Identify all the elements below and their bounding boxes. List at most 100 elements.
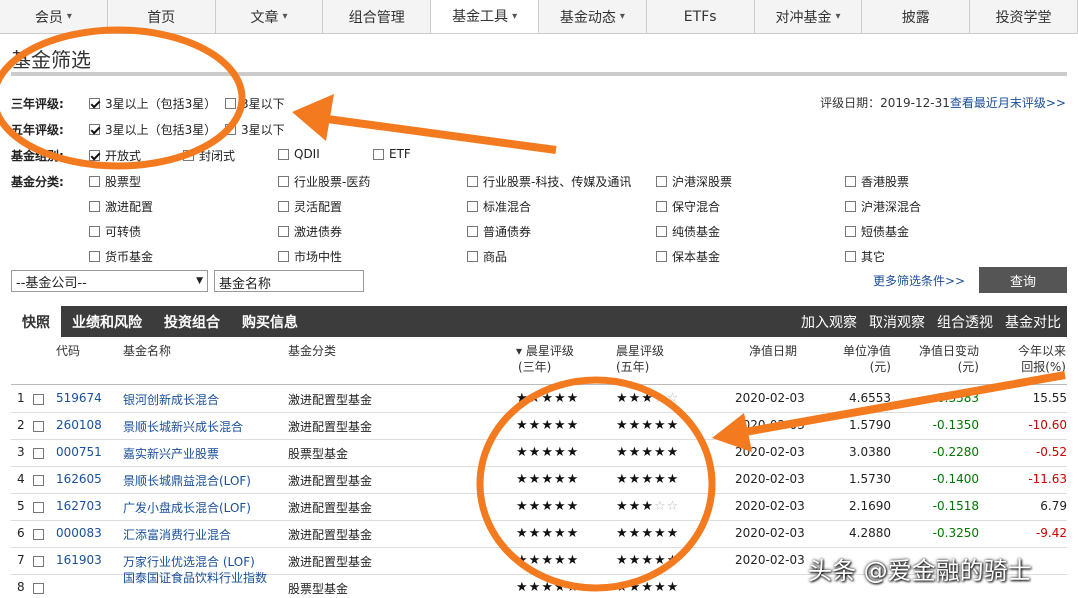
row-checkbox[interactable]	[33, 475, 44, 486]
nav-item-3[interactable]: 组合管理	[323, 0, 432, 33]
nav-item-label: 披露	[901, 9, 930, 26]
fund-group-checkbox[interactable]: ETF	[373, 147, 411, 161]
fund-code-link[interactable]: 162605	[56, 472, 102, 486]
fund-group-checkbox[interactable]: 开放式	[89, 147, 141, 164]
fund-category-checkbox[interactable]: 可转债	[89, 223, 141, 240]
fund-category-checkbox[interactable]: 灵活配置	[278, 198, 342, 215]
star-filled-icon: ★	[528, 472, 542, 487]
fund-category-checkbox[interactable]: 行业股票-科技、传媒及通讯	[467, 173, 631, 190]
fund-code-link[interactable]: 161903	[56, 553, 102, 567]
five-year-above-3-checkbox[interactable]: 3星以上（包括3星）	[89, 121, 216, 138]
nav-value: 1.5790	[849, 418, 891, 432]
nav-item-2[interactable]: 文章 ▾	[216, 0, 324, 33]
fund-category-checkbox[interactable]: 保本基金	[656, 248, 720, 265]
tab-1[interactable]: 业绩和风险	[61, 306, 153, 337]
fund-category-checkbox[interactable]: 行业股票-医药	[278, 173, 370, 190]
fund-group-checkbox[interactable]: 封闭式	[183, 147, 235, 164]
fund-category-checkbox[interactable]: 标准混合	[467, 198, 531, 215]
fund-code-link[interactable]: 519674	[56, 391, 102, 405]
fund-category-checkbox[interactable]: 商品	[467, 248, 507, 265]
nav-item-5[interactable]: 基金动态 ▾	[539, 0, 647, 33]
fund-category-checkbox[interactable]: 市场中性	[278, 248, 342, 265]
fund-category-checkbox[interactable]: 沪港深混合	[845, 198, 921, 215]
fund-category-checkbox[interactable]: 沪港深股票	[656, 173, 732, 190]
col-rating-3y[interactable]: ▾ 晨星评级 (三年)	[516, 343, 574, 375]
row-checkbox[interactable]	[33, 556, 44, 567]
nav-item-7[interactable]: 对冲基金 ▾	[755, 0, 863, 33]
fund-category-checkbox[interactable]: 货币基金	[89, 248, 153, 265]
fund-category-checkbox[interactable]: 纯债基金	[656, 223, 720, 240]
fund-name-link[interactable]: 景顺长城新兴成长混合	[123, 418, 243, 435]
fund-category-checkbox[interactable]: 香港股票	[845, 173, 909, 190]
nav-item-1[interactable]: 首页	[108, 0, 216, 33]
fund-category-checkbox[interactable]: 激进配置	[89, 198, 153, 215]
fund-category-checkbox[interactable]: 短债基金	[845, 223, 909, 240]
fund-name-link[interactable]: 汇添富消费行业混合	[123, 526, 231, 543]
star-filled-icon: ★	[566, 526, 580, 541]
three-year-above-3-checkbox[interactable]: 3星以上（包括3星）	[89, 95, 216, 112]
nav-item-0[interactable]: 会员 ▾	[0, 0, 108, 33]
fund-name-link[interactable]: 国泰国证食品饮料行业指数	[123, 569, 267, 586]
fund-category-checkbox[interactable]: 股票型	[89, 173, 141, 190]
tab-3[interactable]: 购买信息	[231, 306, 309, 337]
nav-item-9[interactable]: 投资学堂	[970, 0, 1078, 33]
chevron-down-icon: ▾	[512, 10, 518, 22]
star-filled-icon: ★	[553, 580, 567, 595]
fund-code-link[interactable]: 260108	[56, 418, 102, 432]
table-row[interactable]: 3 000751 嘉实新兴产业股票 股票型基金 ★★★★★ ★★★★★ 2020-02-03…	[11, 440, 1067, 467]
tab-action-1[interactable]: 取消观察	[863, 312, 931, 332]
fund-code-link[interactable]: 000083	[56, 526, 102, 540]
row-checkbox[interactable]	[33, 529, 44, 540]
fund-name-link[interactable]: 万家行业优选混合 (LOF)	[123, 553, 255, 570]
latest-rating-link[interactable]: 查看最近月末评级>>	[950, 96, 1066, 110]
col-nav-date[interactable]: 净值日期	[749, 343, 797, 359]
col-code[interactable]: 代码	[56, 343, 80, 359]
row-checkbox[interactable]	[33, 583, 44, 594]
fund-company-select[interactable]: --基金公司-- ▼	[11, 270, 208, 292]
col-nav-change[interactable]: 净值日变动 (元)	[909, 343, 979, 375]
row-checkbox[interactable]	[33, 502, 44, 513]
fund-category-checkbox[interactable]: 保守混合	[656, 198, 720, 215]
nav-item-8[interactable]: 披露	[862, 0, 971, 33]
row-checkbox[interactable]	[33, 448, 44, 459]
tab-2[interactable]: 投资组合	[153, 306, 231, 337]
fund-category-checkbox[interactable]: 其它	[845, 248, 885, 265]
fund-category-checkbox[interactable]: 激进债券	[278, 223, 342, 240]
fund-name-link[interactable]: 景顺长城鼎益混合(LOF)	[123, 472, 251, 489]
option-label: 普通债券	[483, 225, 532, 239]
fund-name-link[interactable]: 嘉实新兴产业股票	[123, 445, 219, 462]
tab-action-0[interactable]: 加入观察	[795, 312, 863, 332]
table-row[interactable]: 2 260108 景顺长城新兴成长混合 激进配置型基金 ★★★★★ ★★★★★ 2020-0…	[11, 413, 1067, 440]
fund-code-link[interactable]: 162703	[56, 499, 102, 513]
fund-code-link[interactable]: 000751	[56, 445, 102, 459]
star-filled-icon: ★	[566, 553, 580, 568]
star-rating: ★★★★★	[616, 580, 679, 595]
tab-action-3[interactable]: 基金对比	[999, 312, 1067, 332]
checkbox-icon	[89, 176, 100, 187]
col-category[interactable]: 基金分类	[288, 343, 336, 359]
nav-item-6[interactable]: ETFs	[647, 0, 755, 33]
fund-name-link[interactable]: 广发小盘成长混合(LOF)	[123, 499, 251, 516]
fund-category-checkbox[interactable]: 普通债券	[467, 223, 531, 240]
col-nav[interactable]: 单位净值 (元)	[837, 343, 891, 375]
fund-group-checkbox[interactable]: QDII	[278, 147, 320, 161]
query-button[interactable]: 查询	[979, 267, 1067, 293]
table-row[interactable]: 4 162605 景顺长城鼎益混合(LOF) 激进配置型基金 ★★★★★ ★★★★★ 202…	[11, 467, 1067, 494]
fund-name-link[interactable]: 银河创新成长混合	[123, 391, 219, 408]
nav-change: 0.3583	[937, 391, 979, 405]
col-rating-5y[interactable]: 晨星评级 (五年)	[616, 343, 664, 375]
five-year-below-3-checkbox[interactable]: 3星以下	[225, 121, 285, 138]
table-row[interactable]: 6 000083 汇添富消费行业混合 激进配置型基金 ★★★★★ ★★★★★ 2020-02…	[11, 521, 1067, 548]
table-row[interactable]: 5 162703 广发小盘成长混合(LOF) 激进配置型基金 ★★★★★ ★★★☆☆ 202…	[11, 494, 1067, 521]
tab-action-2[interactable]: 组合透视	[931, 312, 999, 332]
three-year-below-3-checkbox[interactable]: 3星以下	[225, 95, 285, 112]
fund-name-input[interactable]: 基金名称	[214, 270, 364, 292]
row-checkbox[interactable]	[33, 421, 44, 432]
nav-item-4[interactable]: 基金工具 ▾	[431, 0, 539, 33]
col-ytd-return[interactable]: 今年以来 回报(%)	[1006, 343, 1066, 375]
table-row[interactable]: 1 519674 银河创新成长混合 激进配置型基金 ★★★★★ ★★★☆☆ 2020-02-…	[11, 386, 1067, 413]
col-name[interactable]: 基金名称	[123, 343, 171, 359]
row-checkbox[interactable]	[33, 394, 44, 405]
tab-0[interactable]: 快照	[11, 306, 61, 337]
more-filters-link[interactable]: 更多筛选条件>>	[873, 272, 965, 289]
